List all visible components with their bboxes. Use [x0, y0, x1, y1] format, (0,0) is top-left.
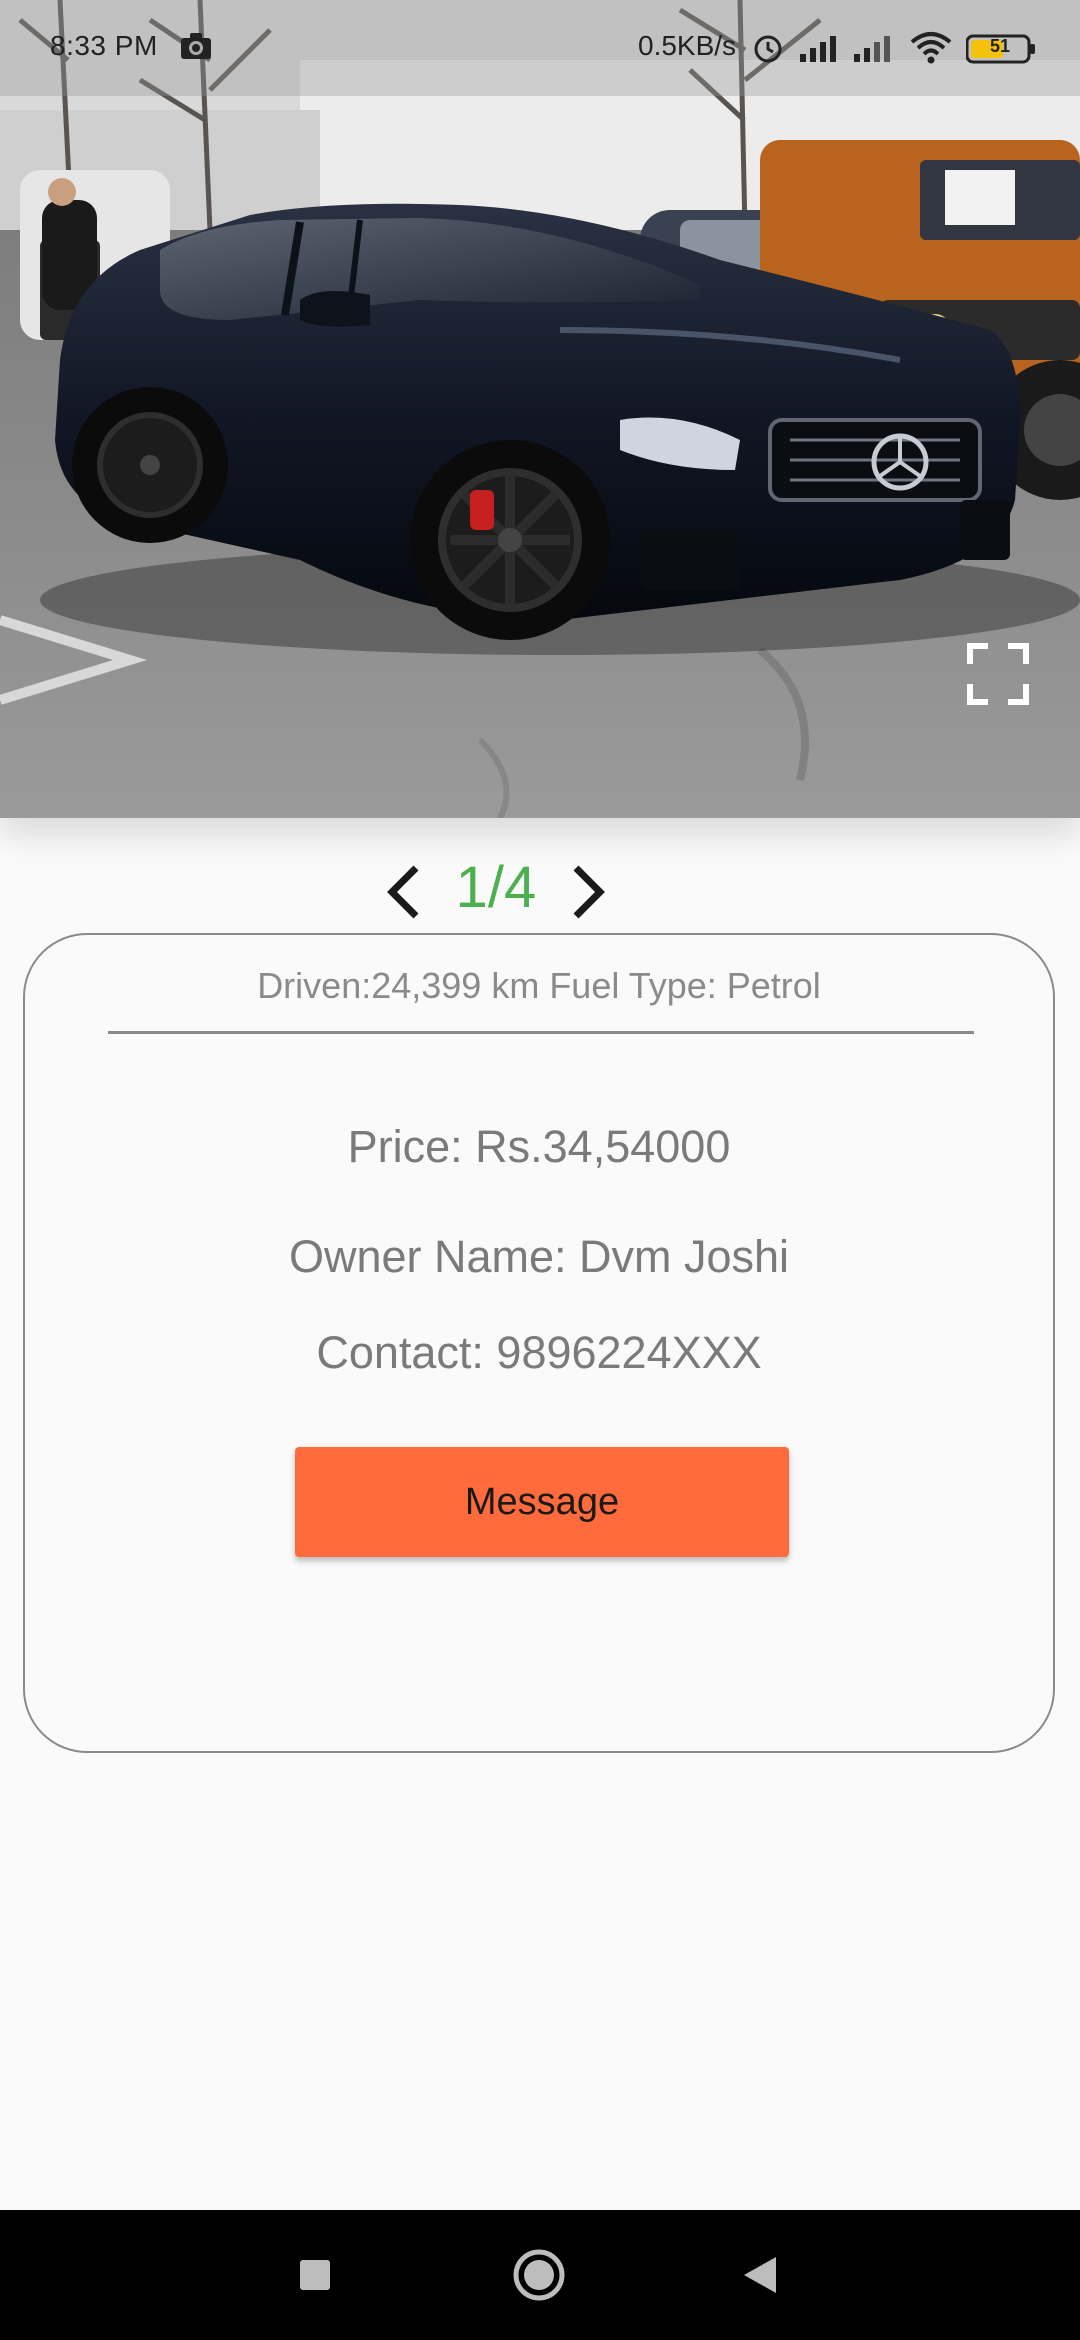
pager-label: 1/4 — [455, 855, 537, 920]
status-bar: 8:33 PM 0.5KB/s 51 — [0, 0, 1080, 96]
recents-icon[interactable] — [298, 2258, 332, 2292]
status-time: 8:33 PM — [50, 30, 158, 61]
car-detail-screen: 8:33 PM 0.5KB/s 51 1/4 Driven:24,399 km … — [0, 0, 1080, 2340]
owner-name-text: Owner Name: Dvm Joshi — [288, 1231, 790, 1282]
alarm-icon — [752, 32, 784, 71]
price-text: Price: Rs.34,54000 — [347, 1121, 731, 1172]
battery-level: 51 — [990, 36, 1011, 56]
back-icon[interactable] — [740, 2254, 780, 2296]
image-pager: 1/4 — [0, 848, 1080, 928]
wifi-icon — [910, 30, 952, 71]
system-navigation-bar — [0, 2210, 1080, 2340]
network-speed: 0.5KB/s — [638, 30, 737, 61]
car-details-card: Driven:24,399 km Fuel Type: Petrol Price… — [23, 933, 1055, 1753]
contact-text: Contact: 9896224XXX — [316, 1327, 762, 1378]
divider — [108, 1031, 974, 1034]
signal-icon — [852, 34, 894, 69]
chevron-left-icon[interactable] — [382, 862, 426, 922]
chevron-right-icon[interactable] — [566, 862, 610, 922]
car-summary: Driven:24,399 km Fuel Type: Petrol — [257, 965, 821, 1006]
fullscreen-icon[interactable] — [966, 642, 1030, 706]
signal-icon — [798, 34, 840, 69]
car-photo-gallery[interactable]: 8:33 PM 0.5KB/s 51 — [0, 0, 1080, 818]
car-photo — [0, 0, 1080, 818]
home-icon[interactable] — [512, 2248, 566, 2302]
message-button[interactable]: Message — [295, 1447, 789, 1557]
camera-icon — [180, 32, 212, 67]
